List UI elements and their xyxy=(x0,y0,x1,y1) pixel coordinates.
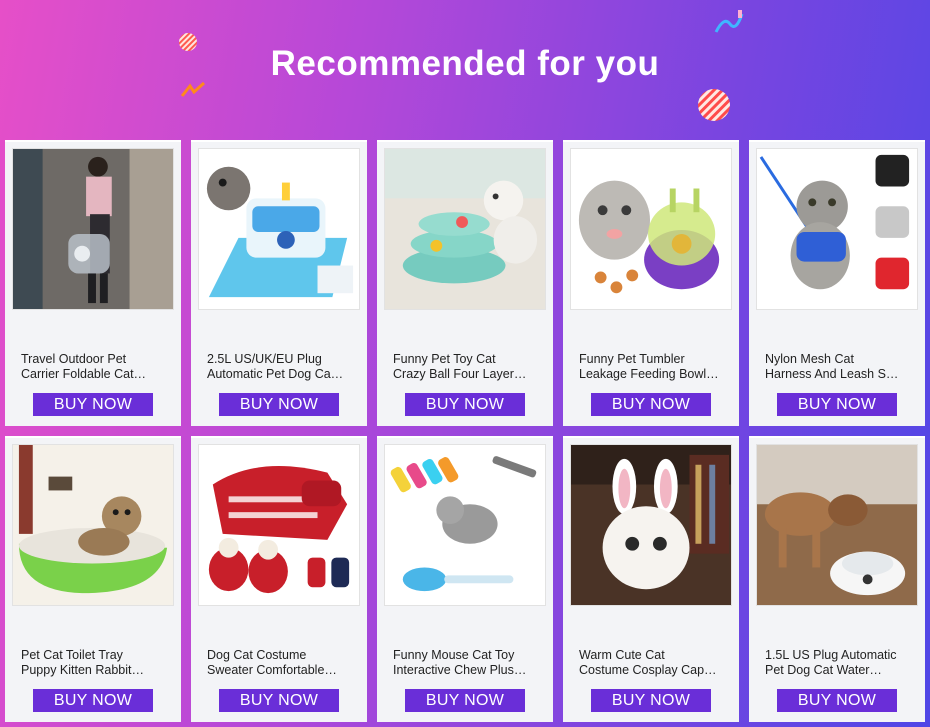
product-name-line1[interactable]: Travel Outdoor Pet xyxy=(21,352,161,367)
page-title: Recommended for you xyxy=(270,44,660,83)
product-image[interactable] xyxy=(198,444,360,606)
buy-now-button[interactable]: BUY NOW xyxy=(219,393,339,416)
litter-tray-photo xyxy=(13,445,173,605)
product-name-line2[interactable]: Sweater Comfortable… xyxy=(207,663,347,678)
buy-now-button[interactable]: BUY NOW xyxy=(591,393,711,416)
product-name-line2[interactable]: Costume Cosplay Cap… xyxy=(579,663,719,678)
product-name-line2[interactable]: Crazy Ball Four Layer… xyxy=(393,367,533,382)
product-name-line2[interactable]: Puppy Kitten Rabbit… xyxy=(21,663,161,678)
product-image[interactable] xyxy=(384,444,546,606)
product-name-line2[interactable]: Interactive Chew Plus… xyxy=(393,663,533,678)
pet-water-fountain-photo xyxy=(199,149,359,309)
product-image[interactable] xyxy=(570,444,732,606)
buy-now-button[interactable]: BUY NOW xyxy=(33,689,153,712)
product-name-line1[interactable]: 2.5L US/UK/EU Plug xyxy=(207,352,347,367)
buy-now-button[interactable]: BUY NOW xyxy=(219,689,339,712)
product-image[interactable] xyxy=(12,444,174,606)
product-name-line1[interactable]: Funny Pet Tumbler xyxy=(579,352,719,367)
product-card[interactable]: Funny Pet Toy Cat Crazy Ball Four Layer…… xyxy=(377,140,553,426)
product-image[interactable] xyxy=(570,148,732,310)
product-card[interactable]: 2.5L US/UK/EU Plug Automatic Pet Dog Ca…… xyxy=(191,140,367,426)
striped-ball-icon xyxy=(698,89,730,121)
treat-tumbler-toy-photo xyxy=(571,149,731,309)
product-card[interactable]: Pet Cat Toilet Tray Puppy Kitten Rabbit…… xyxy=(5,436,181,722)
product-name-line2[interactable]: Harness And Leash S… xyxy=(765,367,905,382)
product-name-line2[interactable]: Carrier Foldable Cat… xyxy=(21,367,161,382)
mouse-toy-photo xyxy=(385,445,545,605)
product-image[interactable] xyxy=(198,148,360,310)
product-card[interactable]: 1.5L US Plug Automatic Pet Dog Cat Water… xyxy=(749,436,925,722)
product-name-line2[interactable]: Pet Dog Cat Water… xyxy=(765,663,905,678)
product-card[interactable]: Travel Outdoor Pet Carrier Foldable Cat…… xyxy=(5,140,181,426)
product-name-line2[interactable]: Automatic Pet Dog Ca… xyxy=(207,367,347,382)
product-image[interactable] xyxy=(384,148,546,310)
product-image[interactable] xyxy=(756,444,918,606)
buy-now-button[interactable]: BUY NOW xyxy=(33,393,153,416)
product-image[interactable] xyxy=(12,148,174,310)
product-card[interactable]: Funny Mouse Cat Toy Interactive Chew Plu… xyxy=(377,436,553,722)
product-name-line1[interactable]: Funny Pet Toy Cat xyxy=(393,352,533,367)
product-name-line1[interactable]: Nylon Mesh Cat xyxy=(765,352,905,367)
product-image[interactable] xyxy=(756,148,918,310)
pet-sweater-photo xyxy=(199,445,359,605)
product-name-line1[interactable]: Warm Cute Cat xyxy=(579,648,719,663)
dog-water-dispenser-photo xyxy=(757,445,917,605)
product-card[interactable]: Funny Pet Tumbler Leakage Feeding Bowl… … xyxy=(563,140,739,426)
product-grid: Travel Outdoor Pet Carrier Foldable Cat…… xyxy=(5,140,925,724)
cat-ball-track-toy-photo xyxy=(385,149,545,309)
buy-now-button[interactable]: BUY NOW xyxy=(405,393,525,416)
bunny-ear-cap-photo xyxy=(571,445,731,605)
product-name-line2[interactable]: Leakage Feeding Bowl… xyxy=(579,367,719,382)
banner-header: Recommended for you xyxy=(0,0,930,138)
product-card[interactable]: Dog Cat Costume Sweater Comfortable… BUY… xyxy=(191,436,367,722)
product-card[interactable]: Warm Cute Cat Costume Cosplay Cap… BUY N… xyxy=(563,436,739,722)
product-card[interactable]: Nylon Mesh Cat Harness And Leash S… BUY … xyxy=(749,140,925,426)
buy-now-button[interactable]: BUY NOW xyxy=(777,689,897,712)
buy-now-button[interactable]: BUY NOW xyxy=(591,689,711,712)
product-name-line1[interactable]: 1.5L US Plug Automatic xyxy=(765,648,905,663)
streamer-icon xyxy=(714,10,744,33)
buy-now-button[interactable]: BUY NOW xyxy=(405,689,525,712)
pet-carrier-bag-photo xyxy=(13,149,173,309)
product-name-line1[interactable]: Dog Cat Costume xyxy=(207,648,347,663)
product-name-line1[interactable]: Funny Mouse Cat Toy xyxy=(393,648,533,663)
buy-now-button[interactable]: BUY NOW xyxy=(777,393,897,416)
product-name-line1[interactable]: Pet Cat Toilet Tray xyxy=(21,648,161,663)
cat-harness-photo xyxy=(757,149,917,309)
